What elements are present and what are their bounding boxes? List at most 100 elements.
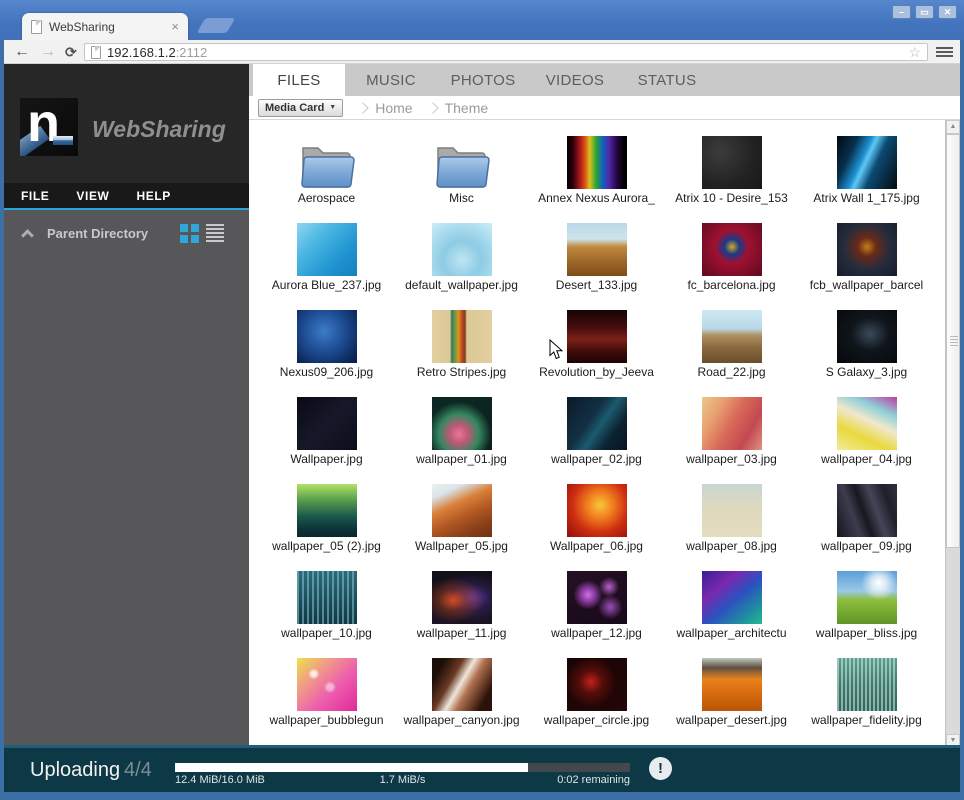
new-tab-button[interactable] bbox=[196, 18, 236, 33]
file-name: wallpaper_03.jpg bbox=[686, 452, 777, 466]
file-item[interactable]: wallpaper_circle.jpg bbox=[529, 658, 664, 745]
file-item[interactable]: Atrix 10 - Desire_153 bbox=[664, 136, 799, 223]
file-item[interactable]: default_wallpaper.jpg bbox=[394, 223, 529, 310]
grid-view-icon[interactable] bbox=[180, 224, 199, 243]
page-icon bbox=[91, 45, 101, 59]
tab-music[interactable]: MUSIC bbox=[345, 64, 437, 96]
file-item[interactable]: S Galaxy_3.jpg bbox=[799, 310, 934, 397]
scrollbar[interactable]: ▲ ▼ bbox=[945, 120, 960, 748]
file-item[interactable]: Road_22.jpg bbox=[664, 310, 799, 397]
file-thumbnail bbox=[431, 310, 492, 363]
file-thumbnail bbox=[836, 484, 897, 537]
file-item[interactable]: wallpaper_08.jpg bbox=[664, 484, 799, 571]
scroll-up-icon[interactable]: ▲ bbox=[946, 120, 960, 134]
file-name: wallpaper_desert.jpg bbox=[676, 713, 787, 727]
file-thumbnail bbox=[566, 658, 627, 711]
file-item[interactable]: Aerospace bbox=[259, 136, 394, 223]
chevron-up-icon bbox=[21, 228, 34, 242]
tab-videos[interactable]: VIDEOS bbox=[529, 64, 621, 96]
file-item[interactable]: Retro Stripes.jpg bbox=[394, 310, 529, 397]
app-brand: WebSharing bbox=[92, 116, 226, 142]
maximize-button[interactable]: ▭ bbox=[915, 5, 934, 19]
file-name: S Galaxy_3.jpg bbox=[825, 365, 908, 379]
menu-help[interactable]: HELP bbox=[136, 189, 170, 203]
file-name: wallpaper_02.jpg bbox=[551, 452, 642, 466]
breadcrumb-theme[interactable]: Theme bbox=[445, 100, 489, 116]
file-name: wallpaper_04.jpg bbox=[821, 452, 912, 466]
file-name: Misc bbox=[449, 191, 474, 205]
chevron-right-icon bbox=[357, 101, 369, 114]
file-thumbnail bbox=[701, 397, 762, 450]
file-item[interactable]: Desert_133.jpg bbox=[529, 223, 664, 310]
tab-photos[interactable]: PHOTOS bbox=[437, 64, 529, 96]
file-item[interactable]: Aurora Blue_237.jpg bbox=[259, 223, 394, 310]
breadcrumb-home[interactable]: Home bbox=[375, 100, 412, 116]
file-item[interactable]: Annex Nexus Aurora_ bbox=[529, 136, 664, 223]
file-item[interactable]: Atrix Wall 1_175.jpg bbox=[799, 136, 934, 223]
menu-file[interactable]: FILE bbox=[21, 189, 49, 203]
file-thumbnail bbox=[431, 223, 492, 276]
file-thumbnail bbox=[296, 484, 357, 537]
menu-view[interactable]: VIEW bbox=[76, 189, 109, 203]
file-item[interactable]: wallpaper_desert.jpg bbox=[664, 658, 799, 745]
menu-icon[interactable] bbox=[936, 47, 953, 59]
file-name: wallpaper_10.jpg bbox=[281, 626, 372, 640]
file-item[interactable]: wallpaper_02.jpg bbox=[529, 397, 664, 484]
file-item[interactable]: wallpaper_04.jpg bbox=[799, 397, 934, 484]
close-tab-icon[interactable]: × bbox=[171, 20, 179, 33]
mouse-cursor bbox=[549, 339, 563, 360]
tab-status[interactable]: STATUS bbox=[621, 64, 713, 96]
file-item[interactable]: wallpaper_12.jpg bbox=[529, 571, 664, 658]
list-view-icon[interactable] bbox=[206, 224, 224, 242]
chevron-right-icon bbox=[426, 101, 439, 114]
alert-icon[interactable]: ! bbox=[649, 757, 672, 780]
file-item[interactable]: wallpaper_fidelity.jpg bbox=[799, 658, 934, 745]
scrollbar-thumb[interactable] bbox=[946, 134, 960, 548]
file-item[interactable]: Wallpaper.jpg bbox=[259, 397, 394, 484]
file-name: Nexus09_206.jpg bbox=[279, 365, 374, 379]
file-item[interactable]: Wallpaper_06.jpg bbox=[529, 484, 664, 571]
volume-dropdown[interactable]: Media Card ▼ bbox=[258, 98, 344, 117]
file-thumbnail bbox=[566, 397, 627, 450]
tab-files[interactable]: FILES bbox=[253, 64, 345, 96]
file-thumbnail bbox=[701, 571, 762, 624]
sidebar-menubar: FILE VIEW HELP bbox=[4, 183, 249, 208]
file-thumbnail bbox=[566, 571, 627, 624]
parent-directory-label: Parent Directory bbox=[47, 225, 149, 241]
file-item[interactable]: wallpaper_architectu bbox=[664, 571, 799, 658]
file-item[interactable]: wallpaper_10.jpg bbox=[259, 571, 394, 658]
file-item[interactable]: Misc bbox=[394, 136, 529, 223]
file-thumbnail bbox=[836, 397, 897, 450]
file-item[interactable]: wallpaper_11.jpg bbox=[394, 571, 529, 658]
address-bar[interactable]: 192.168.1.2:2112 ☆ bbox=[84, 43, 928, 61]
file-name: Aurora Blue_237.jpg bbox=[271, 278, 382, 292]
file-item[interactable]: wallpaper_canyon.jpg bbox=[394, 658, 529, 745]
file-item[interactable]: wallpaper_05 (2).jpg bbox=[259, 484, 394, 571]
file-item[interactable]: wallpaper_bubblegun bbox=[259, 658, 394, 745]
back-icon[interactable]: ← bbox=[14, 42, 30, 62]
close-button[interactable]: ✕ bbox=[938, 5, 957, 19]
file-name: wallpaper_01.jpg bbox=[416, 452, 507, 466]
file-item[interactable]: wallpaper_03.jpg bbox=[664, 397, 799, 484]
minimize-button[interactable]: – bbox=[892, 5, 911, 19]
file-thumbnail bbox=[566, 223, 627, 276]
file-item[interactable]: wallpaper_09.jpg bbox=[799, 484, 934, 571]
file-thumbnail bbox=[296, 571, 357, 624]
reload-icon[interactable]: ⟳ bbox=[65, 42, 77, 62]
file-thumbnail bbox=[836, 571, 897, 624]
file-item[interactable]: fc_barcelona.jpg bbox=[664, 223, 799, 310]
file-item[interactable]: wallpaper_01.jpg bbox=[394, 397, 529, 484]
file-name: wallpaper_fidelity.jpg bbox=[811, 713, 922, 727]
browser-tab[interactable]: WebSharing × bbox=[22, 13, 188, 40]
file-name: wallpaper_08.jpg bbox=[686, 539, 777, 553]
file-thumbnail bbox=[836, 136, 897, 189]
file-item[interactable]: wallpaper_bliss.jpg bbox=[799, 571, 934, 658]
forward-icon[interactable]: → bbox=[40, 42, 56, 62]
upload-status-bar: Uploading 4/4 12.4 MiB/16.0 MiB 1.7 MiB/… bbox=[4, 745, 960, 792]
file-item[interactable]: fcb_wallpaper_barcel bbox=[799, 223, 934, 310]
file-item[interactable]: Nexus09_206.jpg bbox=[259, 310, 394, 397]
file-item[interactable]: Wallpaper_05.jpg bbox=[394, 484, 529, 571]
bookmark-star-icon[interactable]: ☆ bbox=[908, 45, 921, 59]
logo-n-glyph: n bbox=[27, 98, 60, 153]
file-thumbnail bbox=[701, 658, 762, 711]
